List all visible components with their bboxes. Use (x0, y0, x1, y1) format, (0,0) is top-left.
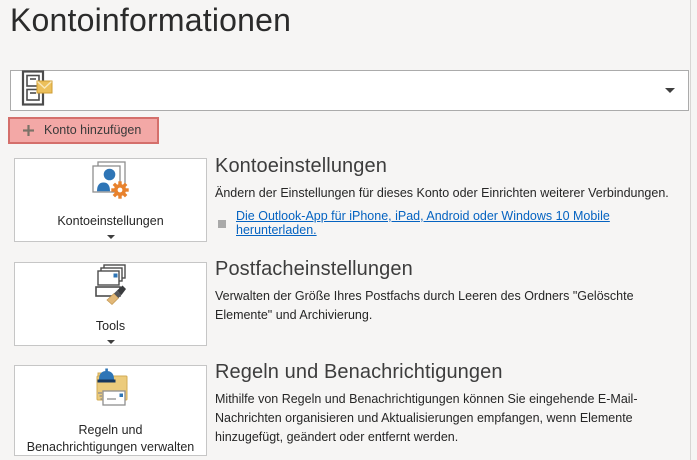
add-account-button[interactable]: Konto hinzufügen (8, 117, 159, 144)
outlook-app-link-row: Die Outlook-App für iPhone, iPad, Androi… (215, 209, 691, 237)
square-bullet-icon (218, 220, 226, 228)
chevron-down-icon (107, 235, 115, 239)
account-settings-button[interactable]: Kontoeinstellungen (14, 158, 207, 242)
section-description: Verwalten der Größe Ihres Postfachs durc… (215, 287, 691, 325)
account-dropdown[interactable] (10, 70, 689, 111)
data-file-icon (16, 70, 56, 112)
account-settings-button-label: Kontoeinstellungen (57, 213, 163, 230)
account-settings-section: Kontoeinstellungen Ändern der Einstellun… (215, 155, 691, 237)
chevron-down-icon (107, 340, 115, 344)
manage-rules-alerts-button-label: Regeln und Benachrichtigungen verwalten (27, 422, 194, 456)
manage-rules-alerts-button[interactable]: Regeln und Benachrichtigungen verwalten (14, 365, 207, 456)
tools-button-label: Tools (96, 318, 125, 335)
rules-alerts-section: Regeln und Benachrichtigungen Mithilfe v… (215, 361, 691, 447)
section-heading: Postfacheinstellungen (215, 258, 691, 281)
add-account-label: Konto hinzufügen (44, 123, 141, 137)
mailbox-settings-section: Postfacheinstellungen Verwalten der Größ… (215, 258, 691, 325)
cleanup-tools-icon (89, 264, 133, 311)
section-description: Mithilfe von Regeln und Benachrichtigung… (215, 390, 662, 447)
page-title: Kontoinformationen (10, 2, 291, 39)
account-information-page: Kontoinformationen Konto hinzufügen (0, 0, 697, 460)
rules-alerts-icon (87, 366, 135, 415)
section-description: Ändern der Einstellungen für dieses Kont… (215, 184, 691, 203)
tools-button[interactable]: Tools (14, 262, 207, 346)
chevron-down-icon (665, 88, 675, 93)
section-heading: Regeln und Benachrichtigungen (215, 361, 691, 384)
outlook-app-download-link[interactable]: Die Outlook-App für iPhone, iPad, Androi… (236, 209, 691, 237)
plus-icon (23, 125, 34, 136)
account-settings-icon (88, 161, 134, 206)
section-heading: Kontoeinstellungen (215, 155, 691, 178)
